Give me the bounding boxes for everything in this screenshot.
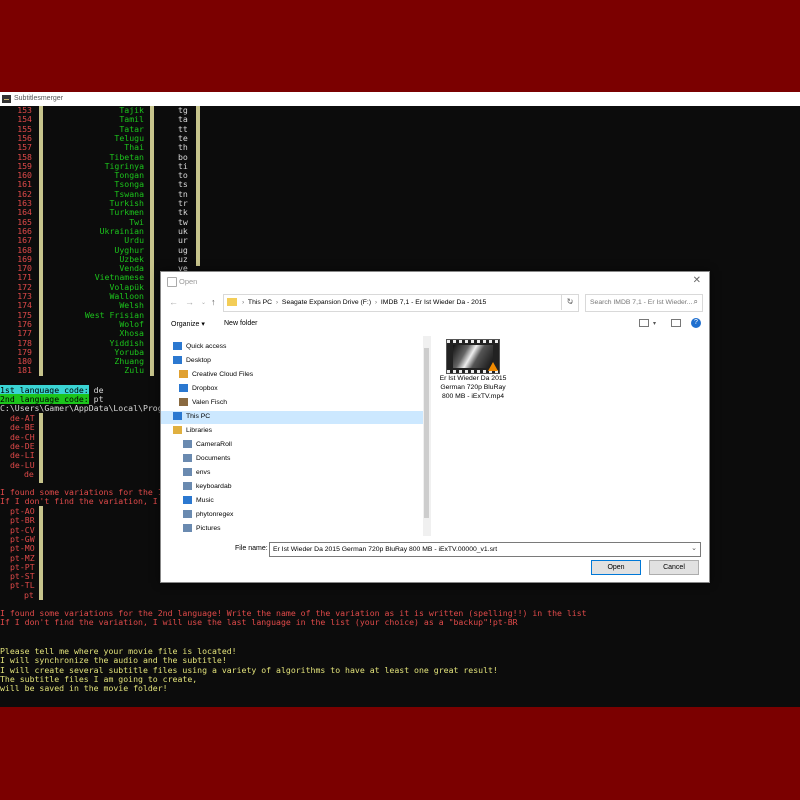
documents-icon (183, 454, 192, 463)
file-name-value: Er Ist Wieder Da 2015 German 720p BluRay… (273, 546, 498, 553)
nav-item-label: Pictures (196, 525, 221, 532)
table-separator (39, 106, 43, 376)
console-title: Subtitlesmerger (14, 95, 64, 102)
nav-item[interactable]: This PC (173, 410, 210, 423)
nav-item-label: This PC (186, 413, 211, 420)
console-titlebar: Subtitlesmerger (0, 92, 800, 106)
breadcrumb-item[interactable]: IMDB 7,1 - Er Ist Wieder Da - 2015 (381, 299, 486, 306)
vlc-icon (488, 362, 498, 371)
creative-cloud-icon (179, 370, 188, 379)
dialog-toolbar: Organize ▾ New folder ▾ ? (161, 316, 709, 334)
table-separator (39, 413, 43, 483)
close-icon[interactable]: ✕ (693, 275, 701, 286)
nav-item[interactable]: Libraries (173, 424, 212, 437)
nav-item[interactable]: Documents (183, 452, 230, 465)
dont-find-2: If I don't find the variation, I will us… (0, 617, 518, 627)
pictures-icon (183, 524, 192, 533)
nav-item-label: Quick access (186, 343, 227, 350)
navigation-bar: ← → ⌄ ↑ › This PC › Seagate Expansion Dr… (161, 292, 709, 314)
navigation-pane[interactable]: Quick access Desktop Creative Cloud Files D… (161, 336, 431, 536)
table-separator (150, 106, 154, 376)
variation-item: de (24, 468, 34, 479)
help-icon[interactable]: ? (691, 318, 701, 328)
file-name-input[interactable]: Er Ist Wieder Da 2015 German 720p BluRay… (269, 542, 701, 557)
video-thumbnail[interactable] (446, 339, 500, 374)
breadcrumb[interactable]: › This PC › Seagate Expansion Drive (F:)… (242, 299, 486, 306)
dialog-title: Open (179, 277, 198, 286)
nav-item-label: keyboardab (196, 483, 232, 490)
nav-item-label: Creative Cloud Files (192, 371, 254, 378)
language-name: Zulu (124, 365, 144, 376)
search-placeholder: Search IMDB 7,1 - Er Ist Wieder... (590, 299, 693, 306)
dont-find-1: If I don't find the variation, I w (0, 496, 168, 506)
nav-item[interactable]: envs (183, 466, 210, 479)
search-input[interactable]: Search IMDB 7,1 - Er Ist Wieder... ⌕ (585, 294, 703, 312)
nav-item-label: CameraRoll (196, 441, 232, 448)
up-arrow-icon[interactable]: ↑ (211, 297, 216, 307)
library-folder-icon (183, 468, 192, 477)
back-arrow-icon[interactable]: ← (169, 297, 178, 307)
music-icon (183, 496, 192, 505)
computer-icon (173, 412, 182, 421)
nav-item[interactable]: Valen Fisch (179, 396, 227, 409)
dialog-titlebar[interactable]: Open ✕ (161, 272, 709, 290)
nav-item[interactable]: phytonregex (183, 508, 233, 521)
user-icon (179, 398, 188, 407)
nav-item-label: Libraries (186, 427, 213, 434)
nav-item[interactable]: Creative Cloud Files (179, 368, 253, 381)
nav-item[interactable]: keyboardab (183, 480, 232, 493)
search-icon: ⌕ (693, 297, 698, 306)
nav-item-label: Valen Fisch (192, 399, 228, 406)
folder-icon (227, 298, 237, 306)
view-chevron-icon[interactable]: ▾ (653, 320, 656, 327)
nav-item-label: Documents (196, 455, 231, 462)
dialog-app-icon (167, 277, 177, 287)
chevron-down-icon[interactable]: ⌄ (691, 544, 697, 552)
preview-pane-icon[interactable] (671, 319, 681, 327)
library-folder-icon (183, 440, 192, 449)
new-folder-button[interactable]: New folder (224, 320, 257, 327)
library-folder-icon (183, 482, 192, 491)
variation-item: pt (24, 589, 34, 600)
cancel-button[interactable]: Cancel (649, 560, 699, 575)
breadcrumb-item[interactable]: This PC (248, 299, 272, 306)
nav-item[interactable]: Pictures (183, 522, 221, 535)
dropbox-icon (179, 384, 188, 393)
organize-button[interactable]: Organize ▾ (171, 320, 205, 328)
console-app-icon (2, 95, 11, 103)
library-folder-icon (183, 510, 192, 519)
nav-item[interactable]: Dropbox (179, 382, 218, 395)
address-bar[interactable]: › This PC › Seagate Expansion Drive (F:)… (223, 294, 579, 312)
nav-item[interactable]: Music (183, 494, 214, 507)
forward-arrow-icon[interactable]: → (185, 297, 194, 307)
table-separator (196, 106, 200, 266)
refresh-icon[interactable]: ↻ (561, 294, 578, 310)
table-separator (39, 506, 43, 600)
file-item-label[interactable]: Er Ist Wieder Da 2015 German 720p BluRay… (438, 374, 508, 401)
nav-scrollbar-thumb[interactable] (424, 348, 429, 518)
nav-item[interactable]: CameraRoll (183, 438, 232, 451)
view-options-icon[interactable] (639, 319, 649, 327)
nav-item-label: envs (196, 469, 211, 476)
dialog-bottom: File name: Er Ist Wieder Da 2015 German … (161, 540, 709, 582)
nav-item-label: Dropbox (192, 385, 218, 392)
libraries-icon (173, 426, 182, 435)
nav-item-label: phytonregex (196, 511, 234, 518)
nav-item[interactable]: Quick access (173, 340, 226, 353)
open-file-dialog[interactable]: Open ✕ ← → ⌄ ↑ › This PC › Seagate Expan… (160, 271, 710, 583)
desktop-icon (173, 356, 182, 365)
nav-item[interactable]: Desktop (173, 354, 211, 367)
star-icon (173, 342, 182, 351)
recent-chevron-icon[interactable]: ⌄ (201, 299, 206, 306)
open-button[interactable]: Open (591, 560, 641, 575)
message-line: will be saved in the movie folder! (0, 683, 168, 694)
nav-item-label: Music (196, 497, 214, 504)
breadcrumb-item[interactable]: Seagate Expansion Drive (F:) (282, 299, 371, 306)
file-name-label: File name: (235, 545, 268, 552)
path-line: C:\Users\Gamer\AppData\Local\Progr (0, 403, 168, 413)
nav-item-label: Desktop (186, 357, 211, 364)
